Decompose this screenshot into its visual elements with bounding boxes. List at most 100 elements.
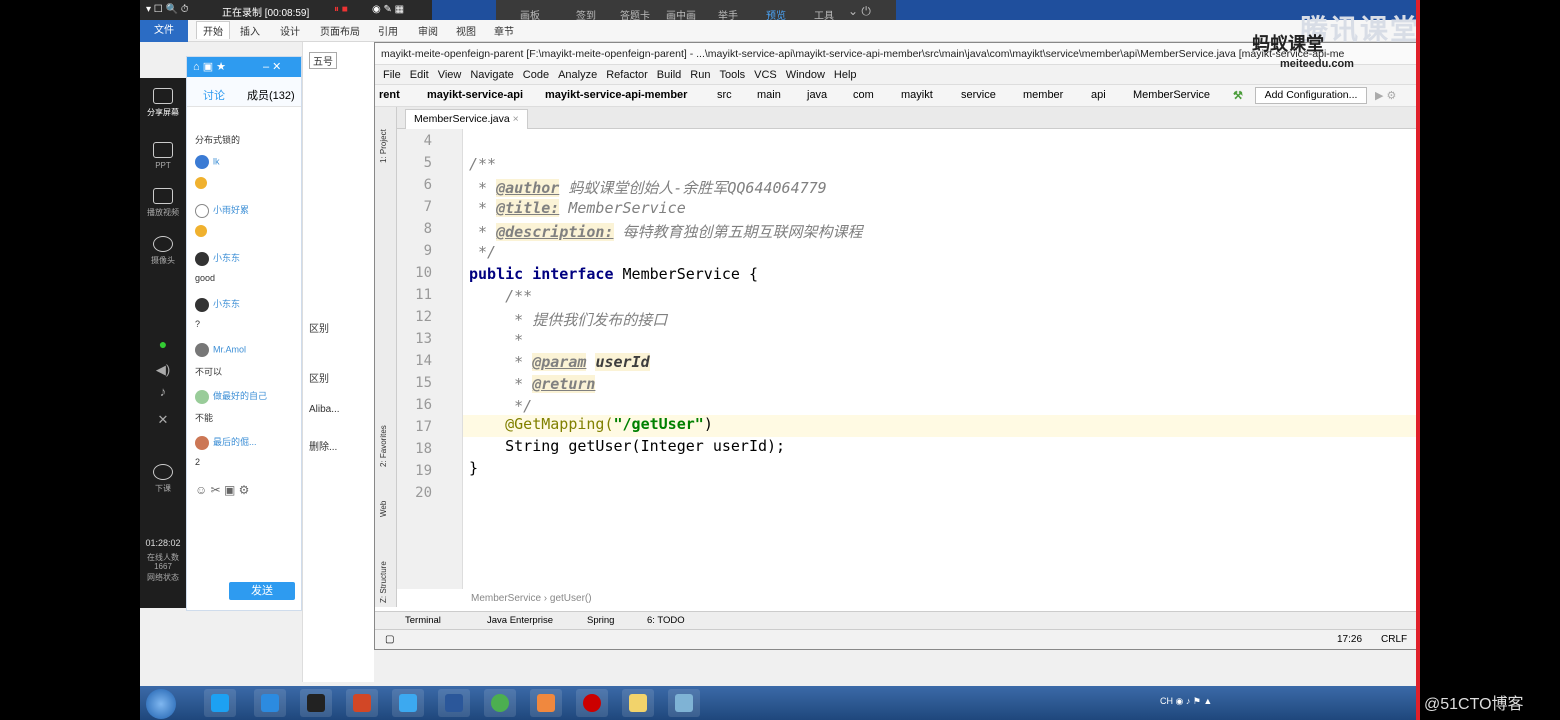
end-class-button[interactable]: 下课: [140, 464, 186, 494]
nav-item[interactable]: rent: [379, 89, 400, 101]
nav-item[interactable]: api: [1091, 89, 1106, 101]
nav-item[interactable]: com: [853, 89, 874, 101]
hammer-icon[interactable]: ⚒: [1233, 89, 1243, 102]
nav-item[interactable]: mayikt-service-api: [427, 89, 523, 101]
chat-message: 不可以: [195, 367, 223, 377]
send-button[interactable]: 发送: [229, 582, 295, 600]
code-breadcrumb[interactable]: MemberService › getUser(): [471, 593, 592, 604]
terminal-tab[interactable]: Terminal: [405, 615, 441, 626]
menu-help[interactable]: Help: [834, 65, 857, 85]
menu-tools[interactable]: Tools: [719, 65, 745, 85]
skype-app[interactable]: [204, 689, 236, 717]
structure-tool-label[interactable]: Z: Structure: [379, 561, 388, 603]
menu-edit[interactable]: Edit: [410, 65, 429, 85]
monitor-app[interactable]: [254, 689, 286, 717]
powerpoint-app[interactable]: [346, 689, 378, 717]
menu-run[interactable]: Run: [690, 65, 710, 85]
editor-tab-memberservice[interactable]: MemberService.java ×: [405, 109, 528, 129]
tab-section[interactable]: 章节: [494, 23, 514, 38]
chat-header-icons[interactable]: ⌂ ▣ ★: [193, 60, 226, 73]
close-tab-icon[interactable]: ×: [513, 113, 519, 125]
start-button[interactable]: [146, 689, 176, 719]
nav-item[interactable]: member: [1023, 89, 1063, 101]
run-icon[interactable]: ▶ ⚙: [1375, 89, 1396, 102]
line-separator[interactable]: CRLF: [1381, 634, 1407, 645]
tab-members[interactable]: 成员(132): [247, 87, 295, 103]
spring-tab[interactable]: Spring: [587, 615, 614, 626]
doc-text: 区别: [309, 374, 329, 385]
intellij-app[interactable]: [300, 689, 332, 717]
menu-build[interactable]: Build: [657, 65, 681, 85]
avatar: [195, 251, 209, 266]
play-video-button[interactable]: 播放视频: [140, 188, 186, 218]
word-app[interactable]: [438, 689, 470, 717]
nav-item[interactable]: MemberService: [1133, 89, 1210, 101]
menu-analyze[interactable]: Analyze: [558, 65, 597, 85]
menu-navigate[interactable]: Navigate: [470, 65, 513, 85]
pause-icon[interactable]: ⏸ ■: [334, 4, 348, 15]
tab-ref[interactable]: 引用: [378, 23, 398, 38]
tab-design[interactable]: 设计: [280, 23, 300, 38]
system-tray[interactable]: CH ◉ ♪ ⚑ ▲: [1160, 696, 1212, 707]
package-app[interactable]: [530, 689, 562, 717]
nav-item[interactable]: mayikt-service-api-member: [545, 89, 687, 101]
chat-message: 2: [195, 457, 201, 467]
chat-tools[interactable]: ☺ ✂ ▣ ⚙: [195, 483, 249, 497]
chat-window-controls[interactable]: – ✕: [263, 60, 281, 73]
tool-window-strip: 1: Project 2: Favorites Web Z: Structure: [375, 107, 397, 607]
volume-icon[interactable]: ◀): [140, 362, 186, 378]
favorites-tool-label[interactable]: 2: Favorites: [379, 425, 388, 467]
music-icon[interactable]: ♪: [140, 384, 186, 399]
font-size-select[interactable]: 五号: [309, 52, 337, 69]
wps-document: 五号 区别 区别 Aliba... 删除...: [302, 42, 374, 682]
collapse-icon[interactable]: ⌄ ⏻: [848, 4, 871, 19]
line-number: 17: [415, 419, 432, 435]
share-screen-button[interactable]: 分享屏幕: [140, 88, 186, 118]
tab-file[interactable]: 文件: [140, 20, 188, 42]
nav-item[interactable]: java: [807, 89, 827, 101]
nav-item[interactable]: main: [757, 89, 781, 101]
chrome-app[interactable]: [484, 689, 516, 717]
brand-url: meiteedu.com: [1280, 58, 1354, 70]
todo-tab[interactable]: 6: TODO: [647, 615, 685, 626]
tab-view[interactable]: 视图: [456, 23, 476, 38]
nav-item[interactable]: src: [717, 89, 732, 101]
code-line-15: * @return: [469, 375, 596, 393]
tab-review[interactable]: 审阅: [418, 23, 438, 38]
ppt-button[interactable]: PPT: [140, 142, 186, 170]
menu-vcs[interactable]: VCS: [754, 65, 777, 85]
ppt-icon: [153, 142, 173, 158]
tab-home[interactable]: 开始: [196, 21, 230, 39]
emoji-icon: [195, 177, 207, 191]
tab-discussion[interactable]: 讨论: [203, 87, 225, 103]
project-tool-label[interactable]: 1: Project: [379, 129, 388, 163]
network-app[interactable]: [668, 689, 700, 717]
line-number: 14: [415, 353, 432, 369]
java-enterprise-tab[interactable]: Java Enterprise: [487, 615, 553, 626]
classroom-app[interactable]: [392, 689, 424, 717]
menu-file[interactable]: File: [383, 65, 401, 85]
explorer-app[interactable]: [622, 689, 654, 717]
menu-view[interactable]: View: [438, 65, 462, 85]
status-toggle-icon[interactable]: ▢: [385, 634, 394, 645]
fullscreen-icon[interactable]: ✕: [140, 412, 186, 428]
nav-item[interactable]: mayikt: [901, 89, 933, 101]
record-app[interactable]: [576, 689, 608, 717]
avatar: [195, 297, 209, 312]
cursor-position[interactable]: 17:26: [1337, 634, 1362, 645]
menu-code[interactable]: Code: [523, 65, 549, 85]
code-editor[interactable]: /** * @author 蚂蚁课堂创始人-余胜军QQ644064779 * @…: [463, 129, 1420, 589]
tab-layout[interactable]: 页面布局: [320, 23, 360, 38]
video-icon: [153, 188, 173, 204]
web-tool-label[interactable]: Web: [379, 501, 388, 517]
navigation-bar: rent mayikt-service-api mayikt-service-a…: [375, 85, 1419, 107]
camera-button[interactable]: 摄像头: [140, 236, 186, 266]
mic-icon[interactable]: ●: [140, 336, 186, 352]
add-configuration-button[interactable]: Add Configuration...: [1255, 87, 1367, 104]
tab-insert[interactable]: 插入: [240, 23, 260, 38]
nav-item[interactable]: service: [961, 89, 996, 101]
menu-refactor[interactable]: Refactor: [606, 65, 648, 85]
menu-window[interactable]: Window: [786, 65, 825, 85]
camera-icon[interactable]: ◉ ✎ ▦: [372, 4, 404, 15]
menu-icon[interactable]: ▾ ☐ 🔍 ⏱: [146, 4, 189, 15]
